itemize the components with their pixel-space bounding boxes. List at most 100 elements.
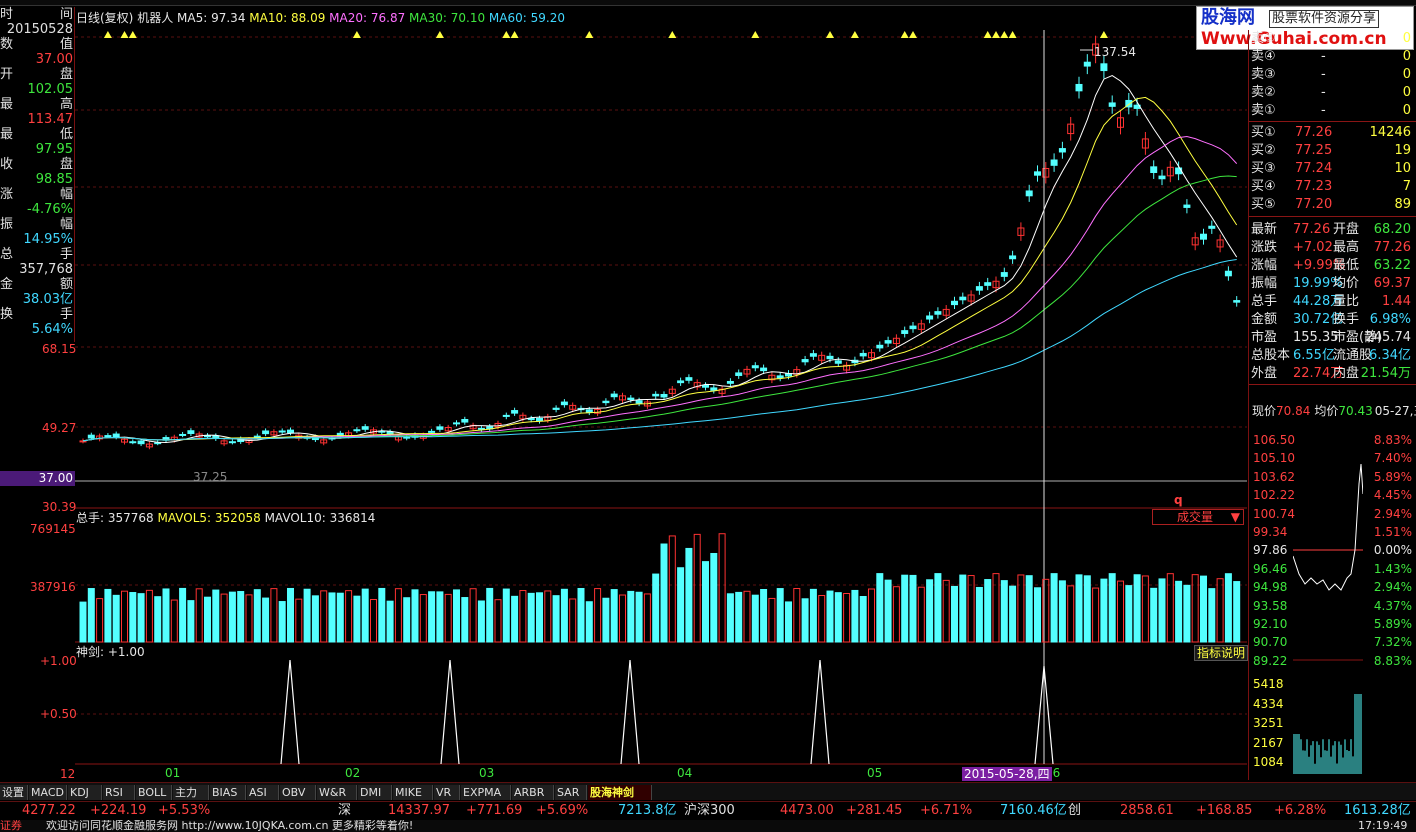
dropdown-value: 成交量 [1177, 510, 1214, 524]
volume-bar [892, 586, 900, 643]
candle-body [428, 430, 436, 433]
mini-price-axis-label: 90.70 [1253, 635, 1288, 650]
indicator-help-button[interactable]: 指标说明 [1194, 645, 1249, 661]
volume-bar [1208, 588, 1216, 643]
order-volume: 7 [1402, 179, 1411, 194]
indicator-tab[interactable]: KDJ [68, 785, 102, 800]
volume-bar [851, 589, 859, 643]
candle-body [560, 401, 568, 406]
index-ticker-item: +224.19 [90, 803, 147, 818]
data-row: 开盘 [0, 67, 75, 82]
volume-bar [195, 588, 203, 643]
volume-bar [519, 590, 527, 643]
candle-body [1183, 204, 1191, 208]
signal-spike [440, 659, 460, 765]
volume-bar [345, 590, 353, 643]
kline-chart-area[interactable] [75, 0, 1247, 780]
candle-body [801, 359, 809, 363]
indicator-tab[interactable]: 主力 [173, 785, 209, 800]
mini-avg-value: 70.43 [1338, 404, 1373, 418]
mini-pct-axis-label: 7.40% [1373, 451, 1412, 466]
indicator-tab[interactable]: EXPMA [461, 785, 511, 800]
indicator-tab[interactable]: ASI [247, 785, 279, 800]
volume-bar [619, 594, 626, 643]
mini-price-axis-label: 105.10 [1253, 451, 1295, 466]
data-row-value: -4.76% [27, 202, 73, 217]
data-row-label: 总 [0, 247, 14, 262]
data-row: 数值 [0, 37, 75, 52]
index-ticker-bar: 4277.22 +224.19 +5.53% 深 14337.97 +771.69 +5.6… [0, 801, 1416, 819]
price-axis-label: 30.39 [42, 500, 77, 514]
indicator-tab[interactable]: 设置 [0, 785, 28, 800]
index-ticker-item: 4277.22 [22, 803, 76, 818]
candle-body [1000, 272, 1008, 277]
indicator-tab[interactable]: BOLL [136, 785, 172, 800]
data-row-label: 金 [0, 277, 14, 292]
volume-bar [760, 589, 768, 643]
clock-label: 17:19:49 [1358, 820, 1408, 832]
volume-bar [154, 596, 162, 643]
indicator-tab[interactable]: VR [434, 785, 460, 800]
volume-bar [610, 589, 618, 643]
indicator-tab[interactable]: OBV [280, 785, 316, 800]
candle-body [137, 440, 145, 445]
order-volume: 0 [1402, 85, 1411, 100]
data-row: 14.95% [0, 232, 75, 247]
candle-body [751, 365, 759, 369]
volume-bar [1000, 580, 1008, 643]
candle-body [287, 429, 294, 434]
data-row: 金额 [0, 277, 75, 292]
volume-bar [901, 574, 909, 643]
indicator-tab[interactable]: DMI [358, 785, 392, 800]
volume-bar [560, 588, 568, 643]
mini-price-axis-label: 103.62 [1253, 469, 1295, 484]
indicator-tab[interactable]: MACD [29, 785, 67, 800]
volume-bar [436, 591, 444, 643]
status-message[interactable]: 欢迎访问同花顺金融服务网 http://www.10JQKA.com.cn 更多… [46, 820, 413, 832]
candle-body [1083, 61, 1091, 67]
volume-indicator-dropdown[interactable]: 成交量 ▼ [1152, 509, 1244, 525]
volume-bar [868, 588, 875, 643]
signal-spike [810, 659, 830, 765]
volume-bar [536, 592, 543, 643]
indicator-tab[interactable]: RSI [103, 785, 135, 800]
quote-label: 量比 [1333, 294, 1360, 309]
volume-bar [809, 588, 817, 643]
data-row-label: 开 [0, 67, 14, 82]
volume-bar [768, 597, 776, 643]
period-label[interactable]: 日线(复权) [76, 11, 133, 25]
volume-legend: 总手: 357768 MAVOL5: 352058 MAVOL10: 33681… [76, 511, 375, 525]
indicator-tab[interactable]: 股海神剑 [588, 785, 652, 800]
ma30-label: MA30: 70.10 [409, 11, 486, 25]
index-ticker-item: 4473.00 [780, 803, 834, 818]
volume-bar [702, 561, 709, 643]
quote-value: 69.37 [1373, 276, 1411, 291]
quote-value: 6.55亿 [1293, 348, 1335, 363]
data-row: 37.00 [0, 52, 75, 67]
indicator-tab[interactable]: ARBR [512, 785, 554, 800]
volume-bar [1108, 573, 1116, 643]
mavol10-label: MAVOL10: 336814 [264, 511, 376, 525]
cursor-date-pill: 2015-05-28,四 [962, 767, 1052, 781]
kline-chart-svg[interactable] [75, 0, 1247, 780]
data-row-value: 间 [59, 7, 73, 22]
indicator-tab[interactable]: MIKE [393, 785, 433, 800]
quote-row: 市盈 155.35 市盈(静) 245.74 [1251, 329, 1413, 347]
indicator-tab[interactable]: BIAS [210, 785, 246, 800]
quote-value: +7.02 [1293, 240, 1333, 255]
indicator-tab[interactable]: W&R [317, 785, 357, 800]
indicator-tab[interactable]: SAR [555, 785, 587, 800]
data-row-value: 14.95% [23, 232, 73, 247]
indicator-axis-label: +1.00 [40, 654, 77, 668]
mini-price-value: 70.84 [1276, 404, 1311, 418]
candle-body [934, 311, 942, 315]
data-row-value: 低 [59, 127, 73, 142]
candle-body [702, 384, 709, 388]
stock-terminal-window: 时间 20150528 数值 37.00 开盘 102.05 最高 113.47 最低 97.95… [0, 0, 1416, 832]
signal-spike [280, 659, 300, 765]
data-row: 5.64% [0, 322, 75, 337]
signal-triangle-icon [668, 31, 677, 38]
index-ticker-item: +5.69% [536, 803, 589, 818]
indicator-tab-bar[interactable]: 设置 MACD KDJ RSI BOLL 主力 BIAS ASI OBV W&R DMI MIKE VR… [0, 782, 1416, 800]
volume-bar [942, 579, 950, 643]
